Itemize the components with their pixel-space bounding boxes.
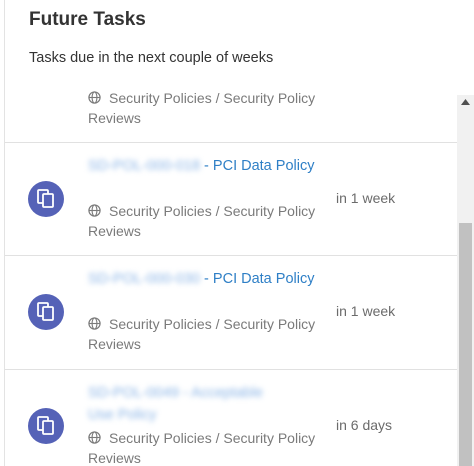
- globe-icon: [88, 317, 101, 330]
- task-category: Security Policies / Security Policy Revi…: [88, 201, 318, 241]
- task-id: SD-POL-000-018: [88, 158, 201, 174]
- globe-icon: [88, 204, 101, 217]
- task-link[interactable]: SD-POL-0049 - Acceptable Use Policy: [88, 385, 263, 423]
- task-title[interactable]: SD-POL-000-030 - PCI Data Policy: [88, 268, 318, 290]
- scroll-up-button[interactable]: [457, 95, 474, 110]
- list-item[interactable]: SD-POL-000-030 - PCI Data Policy Securit…: [5, 256, 458, 370]
- task-category-label: Security Policies / Security Policy Revi…: [88, 430, 316, 466]
- task-link[interactable]: SD-POL-000-018 - PCI Data Policy: [88, 158, 314, 174]
- task-id: SD-POL-000-030: [88, 271, 201, 287]
- task-category: Security Policies / Security Policy Revi…: [88, 88, 318, 128]
- panel-title: Future Tasks: [29, 9, 146, 30]
- documents-icon: [37, 302, 54, 321]
- task-separator: -: [200, 271, 213, 287]
- list-item[interactable]: Security Policies / Security Policy Revi…: [5, 85, 458, 143]
- documents-icon: [37, 416, 54, 435]
- task-category-label: Security Policies / Security Policy Revi…: [88, 316, 316, 352]
- list-item[interactable]: SD-POL-0049 - Acceptable Use Policy Secu…: [5, 370, 458, 466]
- task-name: PCI Data Policy: [212, 271, 315, 287]
- future-tasks-panel: Future Tasks Tasks due in the next coupl…: [4, 0, 474, 466]
- task-separator: -: [200, 158, 213, 174]
- task-due-date: in 1 week: [336, 303, 396, 319]
- panel-subtitle: Tasks due in the next couple of weeks: [29, 50, 274, 66]
- task-name: PCI Data Policy: [212, 158, 315, 174]
- globe-icon: [88, 91, 101, 104]
- scrollbar-thumb[interactable]: [459, 223, 472, 466]
- task-link[interactable]: SD-POL-000-030 - PCI Data Policy: [88, 271, 314, 287]
- task-category: Security Policies / Security Policy Revi…: [88, 428, 318, 466]
- vertical-scrollbar[interactable]: [457, 95, 474, 466]
- task-title[interactable]: SD-POL-0049 - Acceptable Use Policy: [88, 382, 288, 426]
- task-list: Security Policies / Security Policy Revi…: [5, 85, 458, 466]
- task-category: Security Policies / Security Policy Revi…: [88, 314, 318, 354]
- globe-icon: [88, 431, 101, 444]
- task-title[interactable]: SD-POL-000-018 - PCI Data Policy: [88, 155, 318, 177]
- task-category-label: Security Policies / Security Policy Revi…: [88, 203, 316, 239]
- task-category-label: Security Policies / Security Policy Revi…: [88, 90, 316, 126]
- list-item[interactable]: SD-POL-000-018 - PCI Data Policy Securit…: [5, 143, 458, 256]
- arrow-up-icon: [461, 99, 470, 105]
- task-due-date: in 6 days: [336, 417, 393, 433]
- task-id: SD-POL-0049 - Acceptable Use Policy: [88, 385, 263, 423]
- documents-icon: [37, 189, 54, 208]
- task-avatar: [28, 294, 64, 330]
- task-avatar: [28, 181, 64, 217]
- task-due-date: in 1 week: [336, 190, 396, 206]
- task-avatar: [28, 408, 64, 444]
